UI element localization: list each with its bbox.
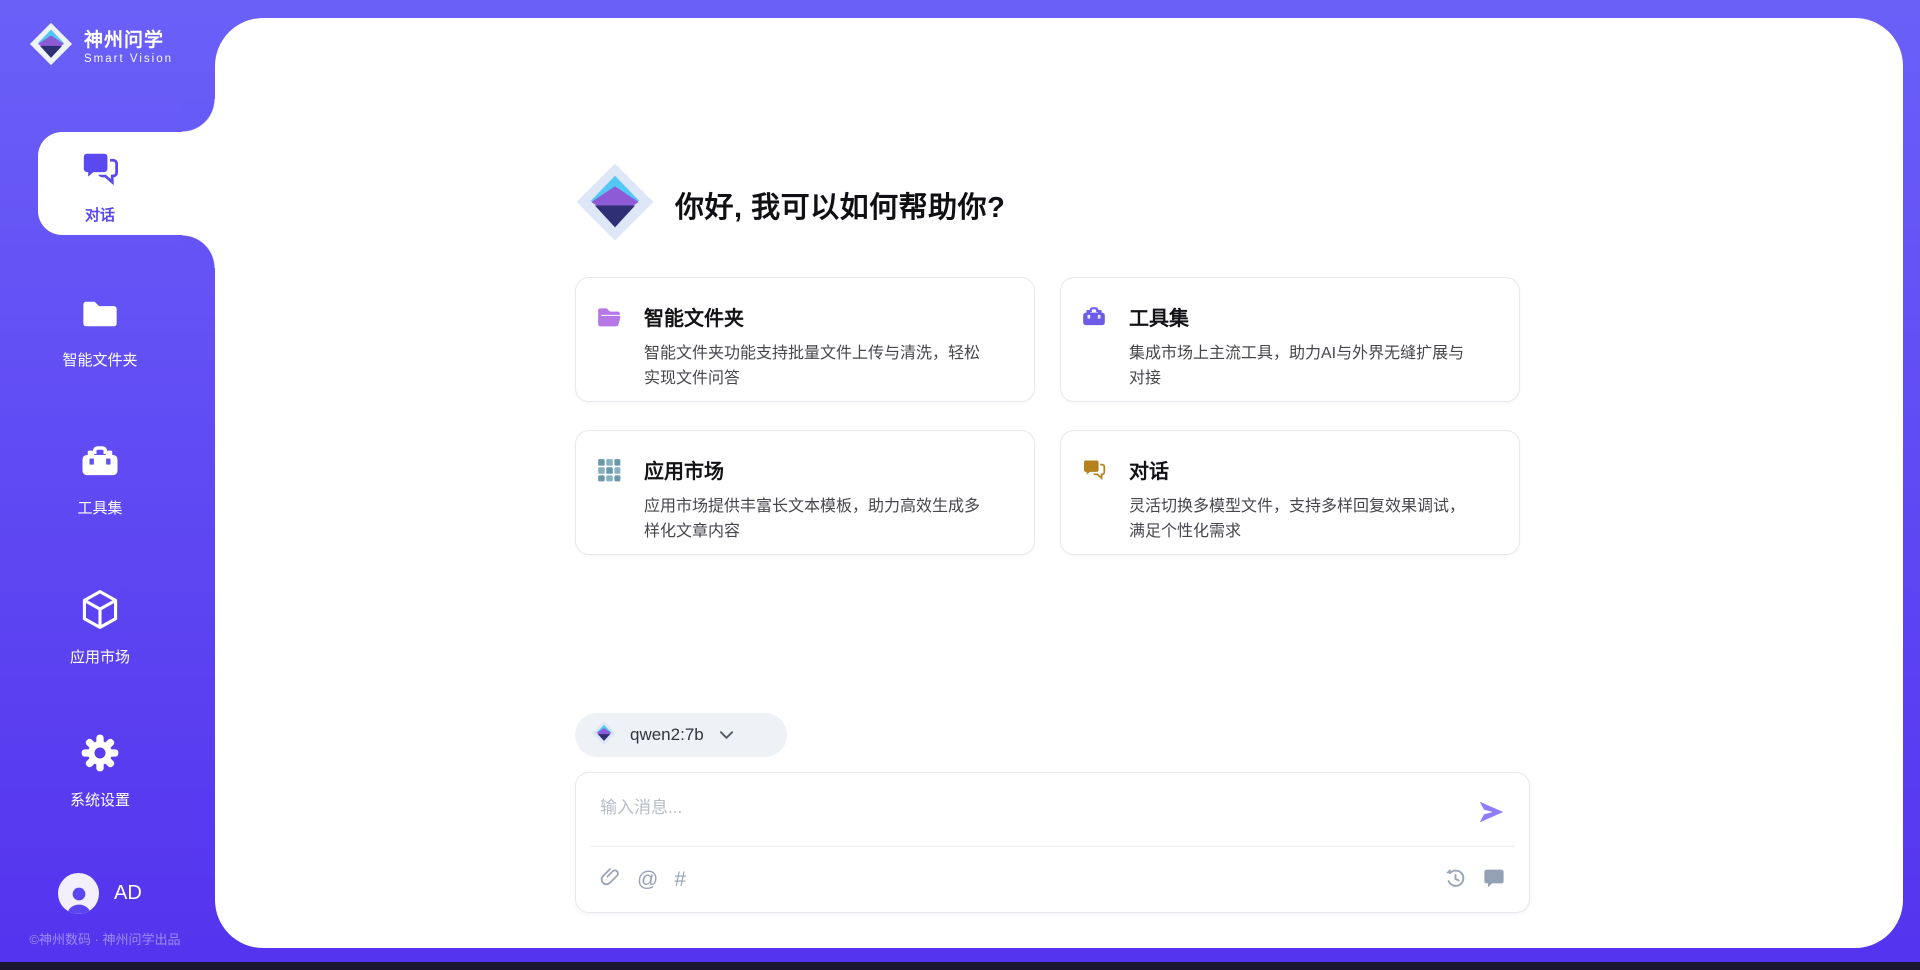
main-panel: 你好, 我可以如何帮助你? 智能文件夹 智能文件夹功能支持批量文件上传与清洗，轻… (215, 18, 1903, 948)
avatar (58, 873, 99, 914)
card-description: 灵活切换多模型文件，支持多样回复效果调试，满足个性化需求 (1129, 494, 1467, 544)
sidebar-item-label: 应用市场 (70, 646, 130, 667)
brand-diamond-icon (573, 158, 657, 251)
card-app-market[interactable]: 应用市场 应用市场提供丰富长文本模板，助力高效生成多样化文章内容 (575, 430, 1035, 555)
hash-icon: # (674, 868, 686, 892)
composer-divider (590, 846, 1515, 847)
mention-button[interactable]: @ (637, 868, 658, 892)
folder-icon (79, 293, 121, 340)
sidebar-item-label: 工具集 (77, 497, 122, 518)
brand: 神州问学 Smart Vision (28, 20, 173, 73)
copyright-text: ©神州数码 · 神州问学出品 (0, 929, 210, 948)
composer-toolbar: @ # (600, 859, 1505, 901)
card-toolset[interactable]: 工具集 集成市场上主流工具，助力AI与外界无缝扩展与对接 (1060, 277, 1520, 402)
brand-name: 神州问学 (84, 29, 173, 53)
attachment-button[interactable] (600, 866, 621, 894)
card-description: 智能文件夹功能支持批量文件上传与清洗，轻松实现文件问答 (644, 341, 982, 391)
sidebar-item-toolset[interactable]: 工具集 (0, 441, 200, 518)
user-account[interactable]: AD (58, 873, 142, 914)
paperclip-icon (600, 866, 621, 894)
card-title: 工具集 (1129, 302, 1467, 331)
chat-bubbles-icon (79, 148, 121, 195)
model-selector[interactable]: qwen2:7b (575, 713, 787, 757)
folder-open-icon (596, 302, 622, 401)
active-tab-bottom-curve (182, 235, 215, 268)
history-button[interactable] (1444, 866, 1467, 895)
send-button[interactable] (1475, 797, 1507, 829)
chevron-down-icon (719, 730, 734, 740)
card-title: 对话 (1129, 455, 1467, 484)
window-bottom-edge (0, 962, 1920, 970)
topic-button[interactable]: # (674, 868, 686, 892)
grid-market-icon (596, 455, 622, 554)
toolbox-icon (1081, 302, 1107, 401)
feature-cards: 智能文件夹 智能文件夹功能支持批量文件上传与清洗，轻松实现文件问答 工具集 集成… (575, 277, 1520, 555)
chat-bubbles-icon (1081, 455, 1107, 554)
active-tab-top-curve (182, 99, 215, 132)
card-title: 应用市场 (644, 455, 982, 484)
card-smart-folder[interactable]: 智能文件夹 智能文件夹功能支持批量文件上传与清洗，轻松实现文件问答 (575, 277, 1035, 402)
card-description: 应用市场提供丰富长文本模板，助力高效生成多样化文章内容 (644, 494, 982, 544)
card-description: 集成市场上主流工具，助力AI与外界无缝扩展与对接 (1129, 341, 1467, 391)
sidebar-item-settings[interactable]: 系统设置 (0, 731, 200, 810)
model-diamond-icon (591, 720, 617, 751)
new-chat-button[interactable] (1483, 866, 1505, 894)
sidebar-item-smart-folder[interactable]: 智能文件夹 (0, 293, 200, 370)
card-title: 智能文件夹 (644, 302, 982, 331)
user-initials: AD (114, 882, 142, 905)
at-sign-icon: @ (637, 868, 658, 892)
model-name: qwen2:7b (630, 725, 704, 745)
sidebar-item-label: 系统设置 (70, 789, 130, 810)
card-chat[interactable]: 对话 灵活切换多模型文件，支持多样回复效果调试，满足个性化需求 (1060, 430, 1520, 555)
sidebar-item-chat[interactable]: 对话 (0, 148, 200, 225)
send-icon (1476, 815, 1506, 830)
gear-icon (78, 731, 122, 780)
history-icon (1444, 866, 1467, 895)
cube-icon (78, 588, 122, 637)
sidebar-item-app-market[interactable]: 应用市场 (0, 588, 200, 667)
greeting-text: 你好, 我可以如何帮助你? (675, 184, 1005, 226)
sidebar-item-label: 对话 (85, 204, 115, 225)
sidebar-item-label: 智能文件夹 (62, 349, 137, 370)
toolbox-icon (79, 441, 121, 488)
brand-diamond-icon (28, 20, 74, 73)
message-input[interactable] (600, 793, 1450, 839)
sidebar: 神州问学 Smart Vision 对话 智能文件夹 (0, 0, 218, 970)
speech-bubble-icon (1483, 866, 1505, 894)
message-composer: @ # (575, 772, 1530, 913)
greeting-row: 你好, 我可以如何帮助你? (573, 158, 1005, 251)
brand-subtitle: Smart Vision (84, 53, 173, 65)
